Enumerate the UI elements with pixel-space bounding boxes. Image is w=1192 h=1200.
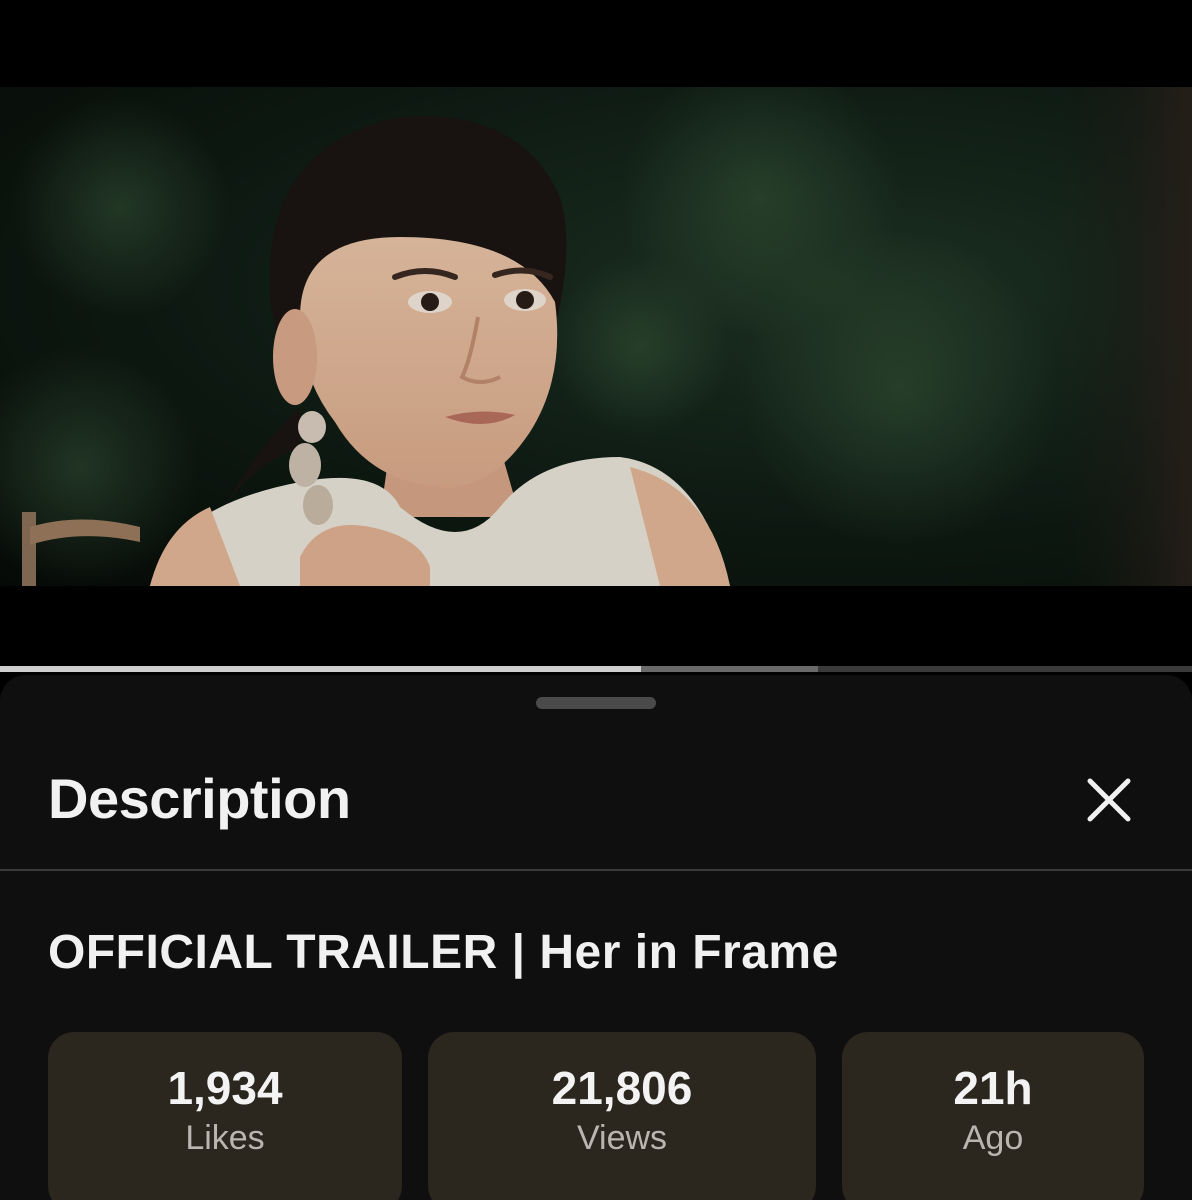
likes-stat: 1,934 Likes: [48, 1032, 402, 1200]
sheet-drag-handle[interactable]: [536, 697, 656, 709]
video-title: OFFICIAL TRAILER | Her in Frame: [48, 926, 839, 979]
upload-age-label: Ago: [962, 1119, 1024, 1157]
progress-bar[interactable]: [0, 666, 1192, 672]
video-still-image: [0, 87, 1192, 586]
description-sheet: Description OFFICIAL TRAILER | Her in Fr…: [0, 675, 1192, 1200]
close-button[interactable]: [1074, 765, 1144, 835]
video-frame[interactable]: [0, 87, 1192, 586]
upload-age-stat: 21h Ago: [842, 1032, 1144, 1200]
sheet-title: Description: [48, 767, 351, 830]
progress-played: [0, 666, 642, 672]
views-stat: 21,806 Views: [428, 1032, 816, 1200]
app-screen: Description OFFICIAL TRAILER | Her in Fr…: [0, 0, 1192, 1200]
close-icon: [1087, 778, 1131, 822]
likes-count: 1,934: [167, 1062, 283, 1114]
views-count: 21,806: [551, 1062, 693, 1114]
video-player[interactable]: [0, 0, 1192, 672]
views-label: Views: [576, 1119, 668, 1157]
likes-label: Likes: [185, 1119, 265, 1157]
sheet-divider: [0, 869, 1192, 871]
upload-age-value: 21h: [953, 1062, 1033, 1114]
